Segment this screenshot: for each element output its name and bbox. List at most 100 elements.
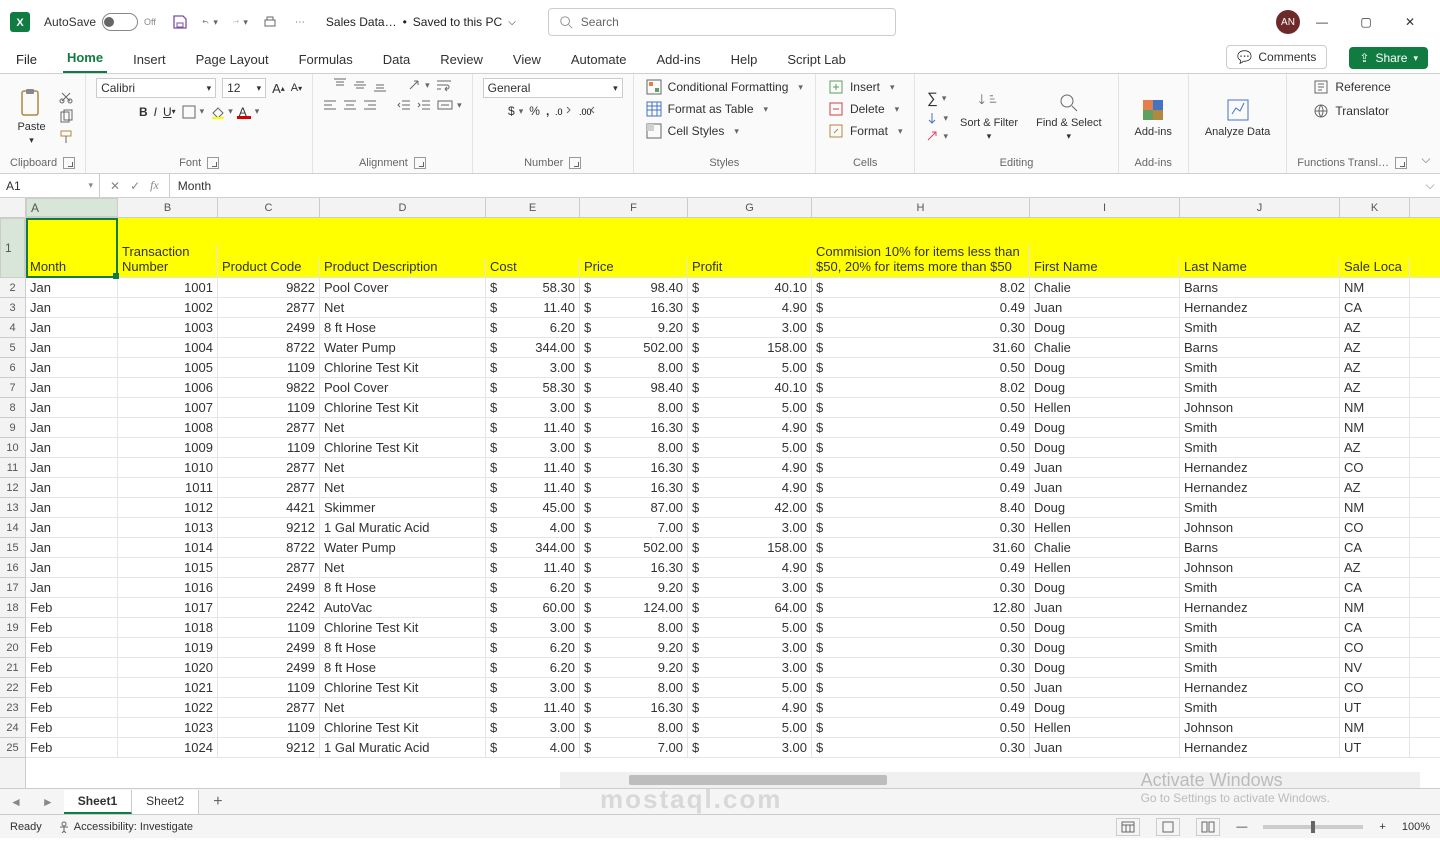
row-header[interactable]: 17 [0,578,25,598]
increase-decimal-icon[interactable]: .0 [555,104,573,118]
cell[interactable]: Hellen [1030,518,1180,537]
cell[interactable]: $6.20 [486,578,580,597]
dialog-launcher-icon[interactable] [63,157,75,169]
row-header[interactable]: 15 [0,538,25,558]
cell[interactable]: $16.30 [580,558,688,577]
format-cells-button[interactable]: Format [826,122,905,140]
cell[interactable]: Feb [26,738,118,757]
cell[interactable]: $8.00 [580,438,688,457]
column-header[interactable]: K [1340,198,1410,217]
sheet-nav-prev-icon[interactable]: ◄ [0,795,32,809]
header-cell[interactable]: Sale Loca [1340,259,1410,277]
decrease-decimal-icon[interactable]: .00 [579,104,597,118]
cell[interactable]: Barns [1180,338,1340,357]
cell[interactable]: $42.00 [688,498,812,517]
cell[interactable]: $11.40 [486,298,580,317]
cell[interactable]: Jan [26,318,118,337]
cell[interactable]: $0.30 [812,638,1030,657]
cell-styles-button[interactable]: Cell Styles [644,122,741,140]
cell[interactable]: CO [1340,458,1410,477]
cell[interactable]: CA [1340,538,1410,557]
cell[interactable]: $3.00 [688,738,812,757]
cell[interactable]: Jan [26,418,118,437]
fill-icon[interactable] [925,111,948,125]
ribbon-tab-add-ins[interactable]: Add-ins [653,46,705,73]
column-header[interactable]: A [26,198,118,217]
cell[interactable]: $3.00 [486,618,580,637]
horizontal-scrollbar[interactable] [560,772,1420,788]
search-input[interactable]: Search [548,8,896,36]
cell[interactable]: AZ [1340,318,1410,337]
cancel-formula-icon[interactable]: ✕ [110,179,120,193]
cell[interactable]: 8722 [218,538,320,557]
header-cell[interactable]: Profit [688,259,812,277]
accessibility-status[interactable]: Accessibility: Investigate [58,821,193,833]
cell[interactable]: $0.50 [812,678,1030,697]
cell[interactable]: Jan [26,518,118,537]
cell[interactable]: 1001 [118,278,218,297]
cell[interactable]: $344.00 [486,338,580,357]
cell[interactable]: 1012 [118,498,218,517]
cell[interactable]: Net [320,698,486,717]
header-cell[interactable]: First Name [1030,259,1180,277]
cell[interactable]: 1013 [118,518,218,537]
accounting-format-icon[interactable]: $ [508,104,523,118]
cell[interactable]: $5.00 [688,358,812,377]
cell[interactable]: 1015 [118,558,218,577]
cell[interactable]: 1004 [118,338,218,357]
cell[interactable]: $16.30 [580,478,688,497]
cell[interactable]: 2499 [218,578,320,597]
analyze-data-button[interactable]: Analyze Data [1199,96,1276,138]
format-as-table-button[interactable]: Format as Table [644,100,770,118]
cell[interactable]: $87.00 [580,498,688,517]
cell[interactable]: $3.00 [486,718,580,737]
column-header[interactable]: E [486,198,580,217]
cell[interactable]: Johnson [1180,718,1340,737]
align-right-icon[interactable] [363,98,377,112]
cell[interactable]: 8722 [218,338,320,357]
ribbon-tab-data[interactable]: Data [379,46,414,73]
cell[interactable]: $0.49 [812,418,1030,437]
ribbon-tab-review[interactable]: Review [436,46,487,73]
ribbon-tab-home[interactable]: Home [63,44,107,73]
minimize-button[interactable]: — [1300,7,1344,37]
cell[interactable]: 2499 [218,658,320,677]
cell[interactable]: $45.00 [486,498,580,517]
cell[interactable]: Smith [1180,358,1340,377]
cell[interactable]: Juan [1030,298,1180,317]
cell[interactable]: $502.00 [580,338,688,357]
autosum-icon[interactable]: ∑ [925,90,948,107]
row-header[interactable]: 24 [0,718,25,738]
cell[interactable]: 2877 [218,698,320,717]
cell[interactable]: $9.20 [580,638,688,657]
cell[interactable]: $0.49 [812,298,1030,317]
cell[interactable]: Feb [26,698,118,717]
reference-button[interactable]: Reference [1311,78,1392,96]
cell[interactable]: $6.20 [486,658,580,677]
cell[interactable]: Skimmer [320,498,486,517]
cell[interactable]: 2877 [218,298,320,317]
cell[interactable]: Feb [26,658,118,677]
conditional-formatting-button[interactable]: Conditional Formatting [644,78,805,96]
cell[interactable]: Doug [1030,638,1180,657]
cell[interactable]: Feb [26,638,118,657]
cell[interactable]: Jan [26,498,118,517]
align-middle-icon[interactable] [353,78,367,92]
cell[interactable]: NM [1340,498,1410,517]
cell[interactable]: Hernandez [1180,458,1340,477]
cell[interactable]: Johnson [1180,558,1340,577]
cell[interactable]: $98.40 [580,378,688,397]
cell[interactable]: Juan [1030,598,1180,617]
normal-view-icon[interactable] [1116,818,1140,836]
cell[interactable]: Pool Cover [320,278,486,297]
cell[interactable]: Smith [1180,578,1340,597]
cell[interactable]: $5.00 [688,718,812,737]
cut-icon[interactable] [58,89,74,105]
dialog-launcher-icon[interactable] [207,157,219,169]
cell[interactable]: $11.40 [486,418,580,437]
cell[interactable]: $0.50 [812,358,1030,377]
qat-customize-icon[interactable]: ⋯ [292,14,308,30]
sort-filter-button[interactable]: Sort & Filter▾ [954,91,1024,142]
cell[interactable]: $8.00 [580,398,688,417]
cell[interactable]: 1020 [118,658,218,677]
